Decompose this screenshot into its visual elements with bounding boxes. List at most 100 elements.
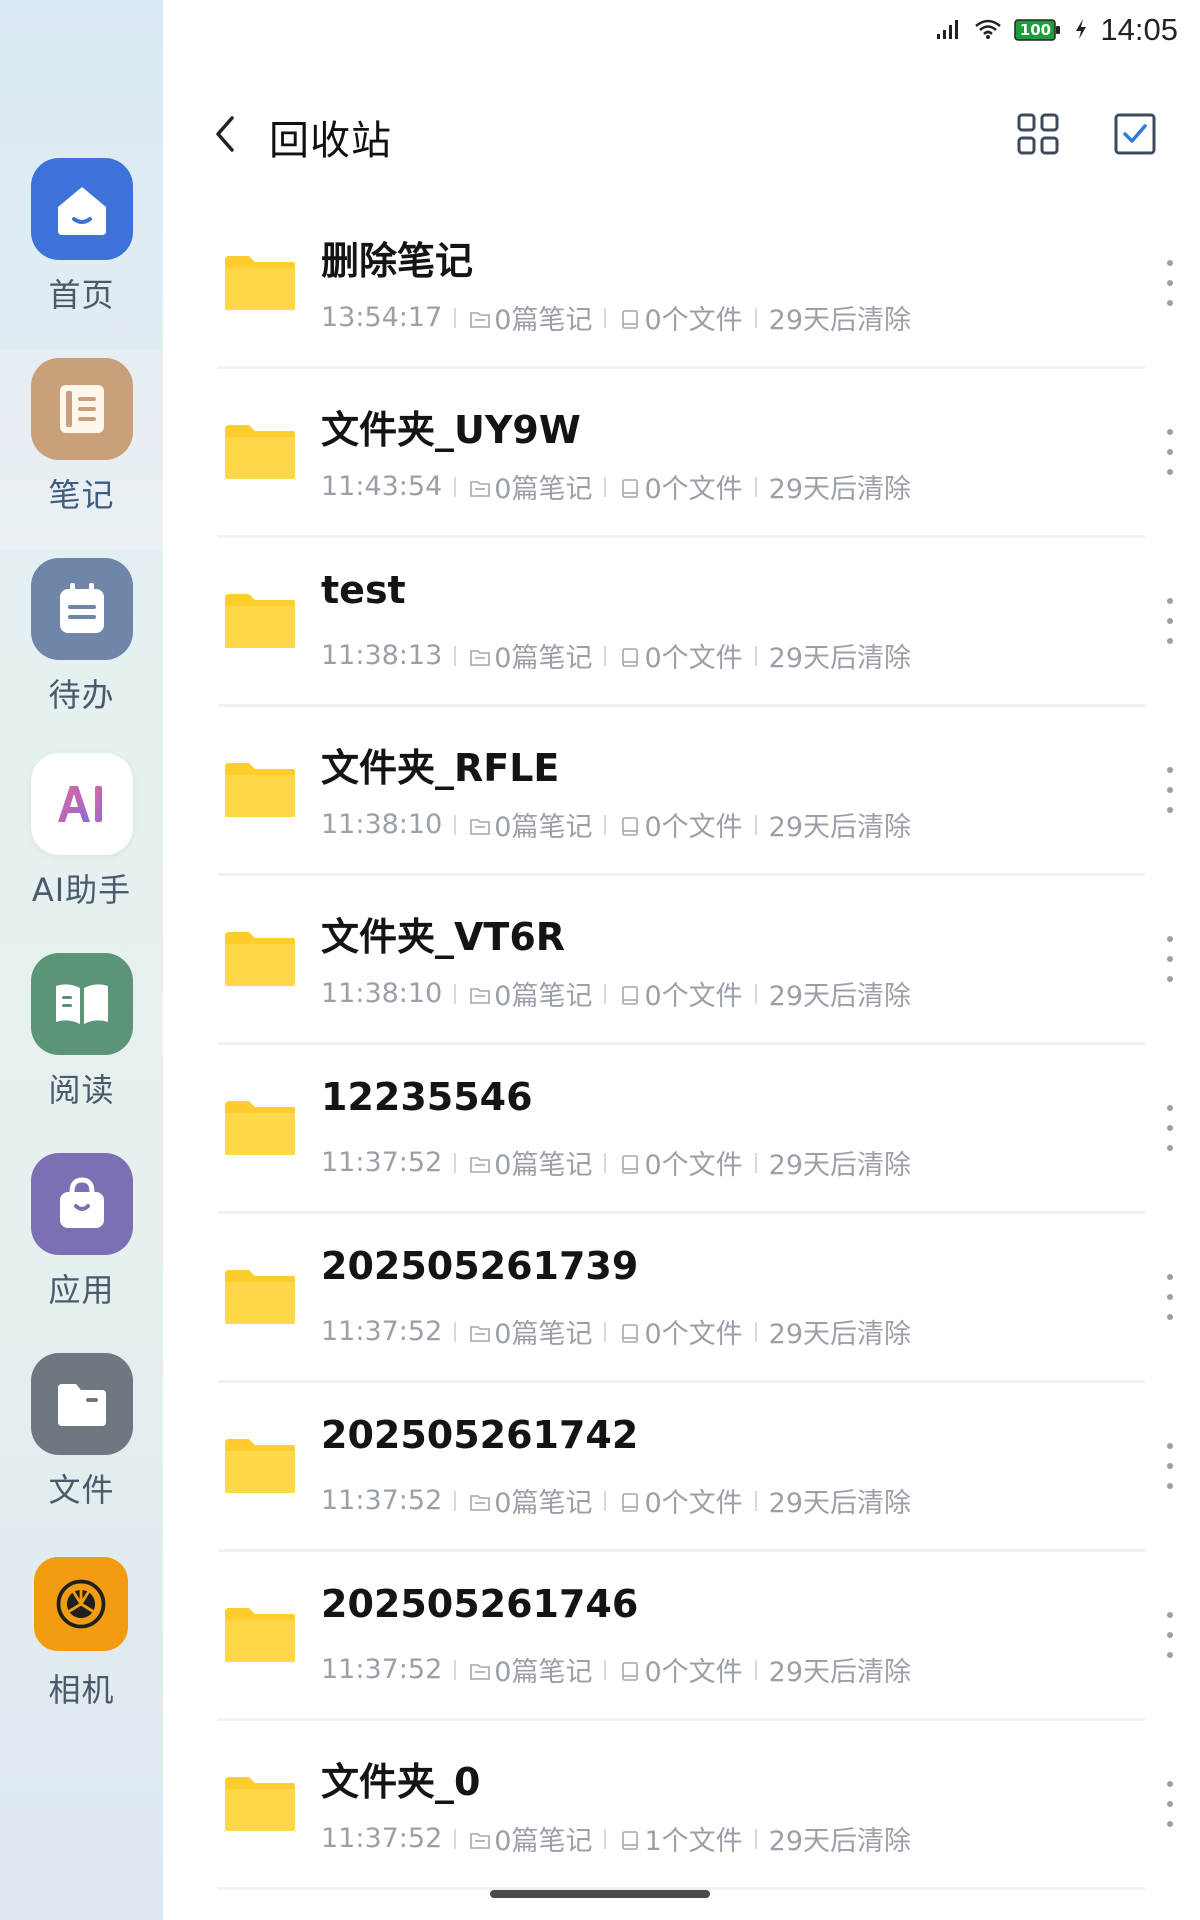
item-meta: 11:37:52 0篇笔记 0个文件 29天后清除 xyxy=(321,1143,911,1182)
chevron-left-icon xyxy=(216,116,234,152)
list-item[interactable]: 删除笔记 13:54:17 0篇笔记 0个文件 29天后清除 xyxy=(163,200,1200,369)
file-outline-icon xyxy=(622,1661,639,1681)
list-item[interactable]: 202505261746 11:37:52 0篇笔记 0个文件 29天后清除 xyxy=(163,1552,1200,1721)
list-item[interactable]: 文件夹_UY9W 11:43:54 0篇笔记 0个文件 29天后清除 xyxy=(163,369,1200,538)
wifi-icon xyxy=(974,13,1002,48)
folder-icon xyxy=(225,1777,295,1831)
item-time: 11:37:52 xyxy=(321,1823,443,1854)
grid-view-button[interactable] xyxy=(1016,112,1060,156)
home-indicator[interactable] xyxy=(490,1890,710,1898)
item-time: 11:37:52 xyxy=(321,1654,443,1685)
item-file-count: 0个文件 xyxy=(644,812,743,843)
list-item[interactable]: 文件夹_0 11:37:52 0篇笔记 1个文件 29天后清除 xyxy=(163,1721,1200,1890)
sidebar-item-apps[interactable]: 应用 xyxy=(0,1145,163,1345)
folder-outline-icon xyxy=(470,818,491,835)
sidebar-item-todo[interactable]: 待办 xyxy=(0,550,163,750)
sidebar-item-files[interactable]: 文件 xyxy=(0,1345,163,1545)
item-time: 11:38:13 xyxy=(321,640,443,671)
more-options-icon[interactable] xyxy=(1162,429,1178,475)
item-note-count: 0篇笔记 xyxy=(494,1826,593,1857)
file-outline-icon xyxy=(618,640,644,671)
item-expiry: 29天后清除 xyxy=(768,474,911,505)
divider xyxy=(754,814,757,835)
item-name: 文件夹_RFLE xyxy=(321,746,560,790)
more-options-icon[interactable] xyxy=(1162,936,1178,982)
folder-outline-icon xyxy=(468,1823,494,1854)
item-note-count: 0篇笔记 xyxy=(494,1319,593,1350)
item-meta: 11:37:52 0篇笔记 0个文件 29天后清除 xyxy=(321,1312,911,1351)
file-outline-icon xyxy=(622,985,639,1005)
divider xyxy=(454,1152,457,1173)
item-name: 202505261742 xyxy=(321,1413,639,1457)
list-item[interactable]: 202505261739 11:37:52 0篇笔记 0个文件 29天后清除 xyxy=(163,1214,1200,1383)
signal-icon xyxy=(936,13,962,48)
back-button[interactable] xyxy=(205,112,245,156)
folder-outline-icon xyxy=(470,1494,491,1511)
item-note-count: 0篇笔记 xyxy=(494,812,593,843)
file-outline-icon xyxy=(618,809,644,840)
more-options-icon[interactable] xyxy=(1162,1612,1178,1658)
item-meta: 11:43:54 0篇笔记 0个文件 29天后清除 xyxy=(321,467,911,506)
ai-icon xyxy=(31,753,133,855)
folder-icon xyxy=(223,930,297,988)
sidebar-item-notes[interactable]: 笔记 xyxy=(0,350,163,550)
item-name: 删除笔记 xyxy=(321,239,474,283)
folder-icon xyxy=(223,1606,297,1664)
item-file-count: 0个文件 xyxy=(644,474,743,505)
folder-outline-icon xyxy=(470,649,491,666)
divider xyxy=(754,307,757,328)
divider xyxy=(604,983,607,1004)
more-options-icon[interactable] xyxy=(1162,1274,1178,1320)
folder-icon xyxy=(223,423,297,481)
list-item[interactable]: test 11:38:13 0篇笔记 0个文件 29天后清除 xyxy=(163,538,1200,707)
list-item[interactable]: 文件夹_RFLE 11:38:10 0篇笔记 0个文件 29天后清除 xyxy=(163,707,1200,876)
sidebar-item-label: 相机 xyxy=(48,1671,115,1709)
divider xyxy=(454,814,457,835)
list-item[interactable]: 202505261742 11:37:52 0篇笔记 0个文件 29天后清除 xyxy=(163,1383,1200,1552)
more-options-icon[interactable] xyxy=(1162,767,1178,813)
item-name: 12235546 xyxy=(321,1075,533,1119)
more-options-icon[interactable] xyxy=(1162,260,1178,306)
list-item[interactable]: 文件夹_VT6R 11:38:10 0篇笔记 0个文件 29天后清除 xyxy=(163,876,1200,1045)
file-outline-icon xyxy=(622,309,639,329)
list-item[interactable]: 12235546 11:37:52 0篇笔记 0个文件 29天后清除 xyxy=(163,1045,1200,1214)
notebook-icon xyxy=(31,358,133,460)
item-expiry: 29天后清除 xyxy=(768,305,911,336)
item-time: 11:37:52 xyxy=(321,1485,443,1516)
sidebar-item-ai[interactable]: AI助手 xyxy=(0,745,163,945)
select-button[interactable] xyxy=(1113,112,1157,156)
item-expiry: 29天后清除 xyxy=(768,981,911,1012)
folder-outline-icon xyxy=(468,809,494,840)
file-outline-icon xyxy=(618,1147,644,1178)
folder-outline-icon xyxy=(470,987,491,1004)
sidebar-item-camera[interactable]: 相机 xyxy=(0,1545,163,1745)
more-options-icon[interactable] xyxy=(1162,1443,1178,1489)
item-name: 202505261739 xyxy=(321,1244,639,1288)
folder-icon xyxy=(225,763,295,817)
folder-outline-icon xyxy=(470,1325,491,1342)
divider xyxy=(454,1828,457,1849)
sidebar: 首页 笔记 待办 AI助手 阅读 应用 文件 相机 xyxy=(0,0,163,1920)
battery-level: 100 xyxy=(1019,21,1052,39)
divider xyxy=(754,1659,757,1680)
folder-icon xyxy=(223,761,297,819)
item-meta: 11:37:52 0篇笔记 1个文件 29天后清除 xyxy=(321,1819,911,1858)
sidebar-item-label: 首页 xyxy=(48,276,115,314)
more-options-icon[interactable] xyxy=(1162,1105,1178,1151)
todo-icon xyxy=(31,558,133,660)
more-options-icon[interactable] xyxy=(1162,1781,1178,1827)
folder-icon xyxy=(225,256,295,310)
folder-icon xyxy=(225,594,295,648)
item-meta: 11:37:52 0篇笔记 0个文件 29天后清除 xyxy=(321,1481,911,1520)
divider xyxy=(454,983,457,1004)
item-time: 11:38:10 xyxy=(321,978,443,1009)
sidebar-item-reading[interactable]: 阅读 xyxy=(0,945,163,1145)
divider xyxy=(754,476,757,497)
sidebar-item-home[interactable]: 首页 xyxy=(0,150,163,350)
item-file-count: 1个文件 xyxy=(644,1826,743,1857)
divider xyxy=(604,645,607,666)
file-outline-icon xyxy=(622,1154,639,1174)
folder-icon xyxy=(223,1437,297,1495)
more-options-icon[interactable] xyxy=(1162,598,1178,644)
item-meta: 13:54:17 0篇笔记 0个文件 29天后清除 xyxy=(321,298,911,337)
